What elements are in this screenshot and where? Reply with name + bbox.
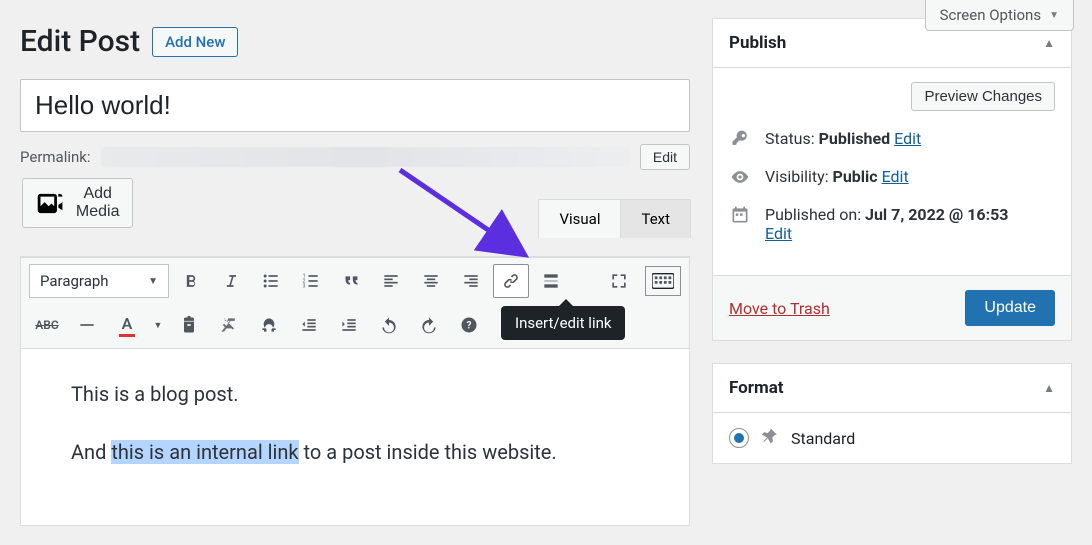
tab-visual[interactable]: Visual <box>538 199 621 238</box>
status-edit-link[interactable]: Edit <box>894 129 921 148</box>
blockquote-button[interactable] <box>333 264 369 298</box>
italic-button[interactable] <box>213 264 249 298</box>
bold-button[interactable] <box>173 264 209 298</box>
insert-link-button[interactable] <box>493 264 529 298</box>
format-panel: Format ▲ Standard <box>712 363 1072 464</box>
publish-panel: Publish ▲ Preview Changes Status: Publis… <box>712 18 1072 341</box>
move-to-trash-link[interactable]: Move to Trash <box>729 299 830 318</box>
svg-text:3: 3 <box>303 284 306 290</box>
format-standard-label: Standard <box>791 429 855 448</box>
align-center-button[interactable] <box>413 264 449 298</box>
caret-down-icon: ▼ <box>1049 10 1059 21</box>
content-paragraph: And this is an internal link to a post i… <box>71 437 639 467</box>
caret-up-icon: ▲ <box>1043 36 1055 50</box>
preview-changes-button[interactable]: Preview Changes <box>911 82 1055 111</box>
editor-toolbar: Paragraph ▼ 123 <box>21 257 689 349</box>
fullscreen-button[interactable] <box>601 264 637 298</box>
screen-options-label: Screen Options <box>940 6 1042 24</box>
eye-icon <box>729 167 751 187</box>
update-button[interactable]: Update <box>965 290 1055 326</box>
tooltip-insert-link: Insert/edit link <box>501 306 625 340</box>
paragraph-format-select[interactable]: Paragraph ▼ <box>29 264 169 298</box>
caret-down-icon: ▼ <box>148 276 158 287</box>
permalink-label: Permalink: <box>20 148 91 166</box>
screen-options-toggle[interactable]: Screen Options ▼ <box>925 0 1074 31</box>
pin-icon <box>761 427 779 449</box>
text-color-button[interactable]: A <box>109 308 145 342</box>
content-paragraph: This is a blog post. <box>71 379 639 409</box>
indent-button[interactable] <box>331 308 367 342</box>
permalink-value <box>101 147 630 167</box>
tab-text[interactable]: Text <box>620 199 691 238</box>
format-panel-toggle[interactable]: Format ▲ <box>713 364 1071 413</box>
permalink-edit-button[interactable]: Edit <box>640 144 690 170</box>
undo-button[interactable] <box>371 308 407 342</box>
selected-text: this is an internal link <box>111 440 298 464</box>
help-button[interactable]: ? <box>451 308 487 342</box>
text-color-dropdown[interactable]: ▼ <box>149 308 167 342</box>
publish-panel-title: Publish <box>729 33 786 53</box>
clear-formatting-button[interactable] <box>211 308 247 342</box>
calendar-icon <box>729 205 751 225</box>
page-title: Edit Post <box>20 24 140 59</box>
visibility-text: Visibility: Public Edit <box>765 167 909 186</box>
schedule-edit-link[interactable]: Edit <box>765 224 792 243</box>
status-text: Status: Published Edit <box>765 129 921 148</box>
media-icon <box>35 187 68 220</box>
post-title-input[interactable] <box>20 79 690 132</box>
toolbar-toggle-button[interactable] <box>645 266 681 296</box>
published-on-text: Published on: Jul 7, 2022 @ 16:53 Edit <box>765 205 1008 243</box>
horizontal-rule-button[interactable] <box>69 308 105 342</box>
add-media-label: Add Media <box>76 185 120 221</box>
caret-up-icon: ▲ <box>1043 381 1055 395</box>
key-icon <box>729 129 751 149</box>
add-new-button[interactable]: Add New <box>152 27 238 57</box>
align-right-button[interactable] <box>453 264 489 298</box>
numbered-list-button[interactable]: 123 <box>293 264 329 298</box>
outdent-button[interactable] <box>291 308 327 342</box>
editor-container: Paragraph ▼ 123 <box>20 256 690 526</box>
align-left-button[interactable] <box>373 264 409 298</box>
add-media-button[interactable]: Add Media <box>22 178 133 228</box>
paste-text-button[interactable] <box>171 308 207 342</box>
read-more-button[interactable] <box>533 264 569 298</box>
format-standard-radio[interactable] <box>729 428 749 448</box>
special-character-button[interactable] <box>251 308 287 342</box>
visibility-edit-link[interactable]: Edit <box>882 167 909 186</box>
bullet-list-button[interactable] <box>253 264 289 298</box>
redo-button[interactable] <box>411 308 447 342</box>
editor-content-area[interactable]: This is a blog post. And this is an inte… <box>21 349 689 525</box>
svg-text:?: ? <box>467 320 472 331</box>
paragraph-format-label: Paragraph <box>40 272 109 290</box>
format-panel-title: Format <box>729 378 784 398</box>
strikethrough-button[interactable]: ABC <box>29 308 65 342</box>
